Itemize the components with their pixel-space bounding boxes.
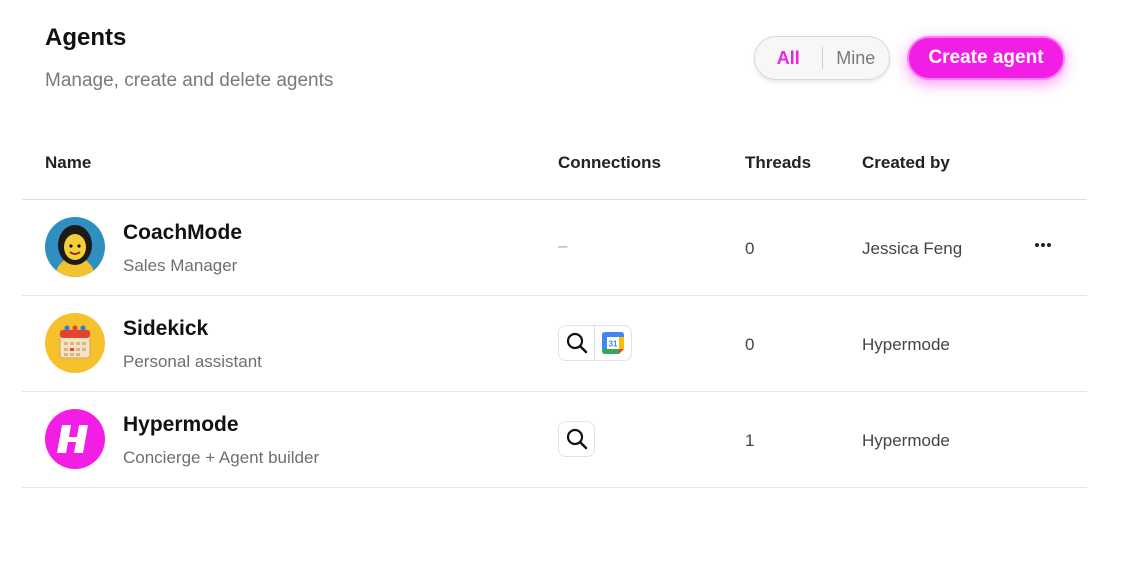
table-row[interactable]: CoachMode Sales Manager – 0 Jessica Feng bbox=[22, 200, 1087, 296]
woman-avatar-icon bbox=[45, 217, 105, 277]
column-header-created-by[interactable]: Created by bbox=[862, 153, 950, 173]
column-header-connections[interactable]: Connections bbox=[558, 153, 661, 173]
column-header-threads[interactable]: Threads bbox=[745, 153, 811, 173]
search-connection[interactable] bbox=[558, 421, 595, 457]
created-by: Hypermode bbox=[862, 335, 950, 354]
thread-count: 1 bbox=[745, 431, 755, 450]
page-subtitle: Manage, create and delete agents bbox=[45, 70, 334, 91]
column-header-name[interactable]: Name bbox=[45, 153, 91, 173]
search-icon bbox=[566, 428, 587, 450]
connections-empty: – bbox=[558, 236, 568, 255]
google-calendar-icon: 31 bbox=[602, 332, 624, 354]
agent-filter-toggle: All Mine bbox=[754, 36, 890, 80]
agent-role: Concierge + Agent builder bbox=[123, 448, 320, 467]
connections-list bbox=[558, 421, 595, 457]
connections-list: 31 bbox=[558, 325, 632, 361]
thread-count: 0 bbox=[745, 239, 755, 258]
table-row[interactable]: Sidekick Personal assistant 31 0 Hypermo… bbox=[22, 296, 1087, 392]
calendar-day-label: 31 bbox=[609, 340, 618, 349]
create-agent-button[interactable]: Create agent bbox=[907, 36, 1065, 80]
hypermode-logo-icon bbox=[45, 409, 105, 469]
search-icon bbox=[566, 332, 587, 354]
agent-name[interactable]: Sidekick bbox=[123, 317, 208, 341]
google-calendar-connection[interactable]: 31 bbox=[595, 325, 632, 361]
page-title: Agents bbox=[45, 24, 127, 51]
table-header: Name Connections Threads Created by bbox=[22, 140, 1087, 200]
calendar-avatar-icon bbox=[45, 313, 105, 373]
agent-role: Personal assistant bbox=[123, 352, 262, 371]
agent-name[interactable]: Hypermode bbox=[123, 413, 239, 437]
agent-name[interactable]: CoachMode bbox=[123, 221, 242, 245]
more-options-icon[interactable] bbox=[1030, 232, 1056, 258]
created-by: Hypermode bbox=[862, 431, 950, 450]
filter-all-button[interactable]: All bbox=[755, 48, 822, 69]
search-connection[interactable] bbox=[558, 325, 595, 361]
created-by: Jessica Feng bbox=[862, 239, 963, 258]
filter-mine-button[interactable]: Mine bbox=[823, 48, 890, 69]
table-row[interactable]: Hypermode Concierge + Agent builder 1 Hy… bbox=[22, 392, 1087, 488]
agent-role: Sales Manager bbox=[123, 256, 238, 275]
thread-count: 0 bbox=[745, 335, 755, 354]
